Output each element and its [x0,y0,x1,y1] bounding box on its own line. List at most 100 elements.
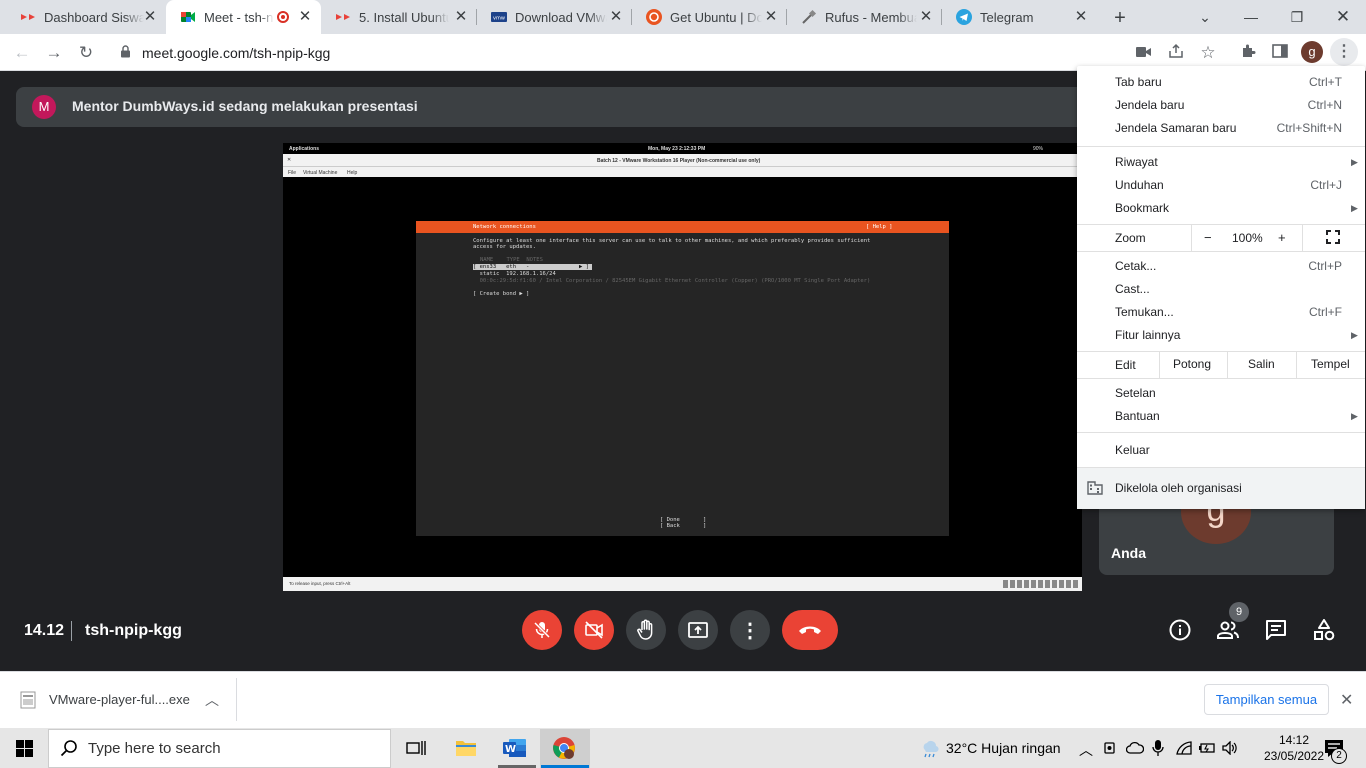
installer-help: [ Help ] [866,224,893,230]
show-all-downloads-button[interactable]: Tampilkan semua [1204,684,1329,715]
paste-button[interactable]: Tempel [1311,357,1350,371]
close-tab-icon[interactable]: ✕ [297,9,313,25]
menu-item-history[interactable]: Riwayat [1115,155,1158,169]
wifi-icon[interactable] [1176,741,1192,760]
weather-text[interactable]: 32°C Hujan ringan [946,740,1061,756]
menu-item-more-tools[interactable]: Fitur lainnya [1115,328,1180,342]
tab-search-icon[interactable]: ⌄ [1182,0,1228,34]
zoom-in-button[interactable]: + [1278,230,1286,245]
word-icon[interactable]: W [503,738,527,763]
close-tab-icon[interactable]: ✕ [763,9,779,25]
interface-table-header: NAME TYPE NOTES [480,257,543,263]
vm-status-text: To release input, press Ctrl+Alt [289,581,351,586]
tab-telegram[interactable]: Telegram ✕ [942,0,1097,34]
hand-icon [637,619,653,640]
tab-dashboard-siswa[interactable]: Dashboard Siswa ✕ [6,0,166,34]
close-tab-icon[interactable]: ✕ [608,9,624,25]
activities-button[interactable] [1312,618,1336,642]
tab-label: Telegram [980,9,1034,25]
menu-item-settings[interactable]: Setelan [1115,386,1156,400]
battery-icon[interactable] [1198,741,1216,760]
vm-menu-file: File [288,170,297,176]
close-tab-icon[interactable]: ✕ [453,9,469,25]
cut-button[interactable]: Potong [1173,357,1211,371]
menu-item-incognito[interactable]: Jendela Samaran baru [1115,121,1236,135]
camera-icon[interactable] [1134,43,1154,63]
installer-title: Network connections [473,224,536,230]
new-tab-button[interactable]: + [1110,7,1130,30]
side-panel-icon[interactable] [1270,43,1290,63]
menu-separator [1077,378,1365,379]
tab-rufus[interactable]: Rufus - Membuat ✕ [787,0,942,34]
menu-separator [1077,351,1365,352]
meeting-details-button[interactable] [1168,618,1192,642]
task-view-icon[interactable] [406,739,426,762]
more-options-button[interactable]: ⋮ [730,610,770,650]
tab-install-ubuntu[interactable]: 5. Install Ubuntu ✕ [321,0,477,34]
extensions-icon[interactable] [1238,43,1258,63]
mic-toggle-button[interactable] [522,610,562,650]
menu-item-print[interactable]: Cetak... [1115,259,1156,273]
close-tab-icon[interactable]: ✕ [918,9,934,25]
zoom-out-button[interactable]: − [1204,230,1212,245]
forward-icon[interactable]: → [44,43,64,63]
taskbar-clock[interactable]: 14:12 23/05/2022 [1262,732,1326,764]
bookmark-star-icon[interactable]: ☆ [1198,43,1218,63]
menu-edit-label: Edit [1115,358,1136,372]
close-window-button[interactable]: ✕ [1320,0,1366,34]
menu-item-new-tab[interactable]: Tab baru [1115,75,1162,89]
restore-button[interactable]: ❐ [1274,0,1320,34]
gnome-top-bar: Applications Mon, May 23 2:12:33 PM 90% [283,143,1082,154]
menu-separator [1077,146,1365,147]
reload-icon[interactable]: ↻ [76,43,96,63]
meeting-code: tsh-npip-kgg [85,622,182,639]
tab-meet[interactable]: Meet - tsh-npip-kgg ✕ [166,0,321,34]
url-text[interactable]: meet.google.com/tsh-npip-kgg [142,45,330,61]
download-item-name[interactable]: VMware-player-ful....exe [49,692,190,707]
people-icon [1217,621,1239,639]
chrome-menu-icon[interactable]: ⋮ [1330,38,1358,66]
tab-get-ubuntu[interactable]: Get Ubuntu | Download ✕ [632,0,787,34]
close-tab-icon[interactable]: ✕ [1073,9,1089,25]
menu-shortcut: Ctrl+N [1307,98,1342,112]
leave-call-button[interactable] [782,610,838,650]
rufus-icon [801,9,817,25]
weather-rain-icon[interactable] [920,740,940,763]
minimize-button[interactable]: — [1228,0,1274,34]
menu-separator [1077,224,1365,225]
profile-avatar[interactable]: g [1301,41,1323,63]
chevron-up-icon[interactable]: ︿ [1079,740,1093,760]
meet-tray-icon[interactable] [1104,740,1118,761]
close-shelf-icon[interactable]: ✕ [1340,690,1353,710]
onedrive-icon[interactable] [1125,741,1145,759]
copy-button[interactable]: Salin [1248,357,1275,371]
menu-item-bookmarks[interactable]: Bookmark [1115,201,1169,215]
menu-item-exit[interactable]: Keluar [1115,443,1150,457]
menu-item-new-window[interactable]: Jendela baru [1115,98,1184,112]
camera-toggle-button[interactable] [574,610,614,650]
close-tab-icon[interactable]: ✕ [142,9,158,25]
file-explorer-icon[interactable] [455,738,477,763]
menu-item-help[interactable]: Bantuan [1115,409,1160,423]
more-vert-icon: ⋮ [740,619,760,642]
share-icon[interactable] [1166,43,1186,63]
windows-start-icon[interactable] [16,740,33,762]
microphone-icon[interactable] [1152,740,1164,761]
lock-icon[interactable] [120,45,131,63]
menu-item-cast[interactable]: Cast... [1115,282,1150,296]
chevron-up-icon[interactable]: ︿ [205,690,219,710]
fullscreen-icon[interactable] [1326,230,1340,249]
volume-icon[interactable] [1222,740,1238,760]
tab-download-vmware[interactable]: vmw Download VMware ✕ [477,0,632,34]
tab-label: 5. Install Ubuntu [359,9,449,25]
people-count-badge: 9 [1229,602,1249,622]
menu-item-find[interactable]: Temukan... [1115,305,1174,319]
back-icon[interactable]: ← [12,43,32,63]
raise-hand-button[interactable] [626,610,666,650]
menu-item-downloads[interactable]: Unduhan [1115,178,1164,192]
menu-shortcut: Ctrl+T [1309,75,1342,89]
chat-button[interactable] [1264,618,1288,642]
present-screen-button[interactable] [678,610,718,650]
submenu-arrow-icon: ▶ [1351,330,1358,340]
present-icon [688,622,708,638]
